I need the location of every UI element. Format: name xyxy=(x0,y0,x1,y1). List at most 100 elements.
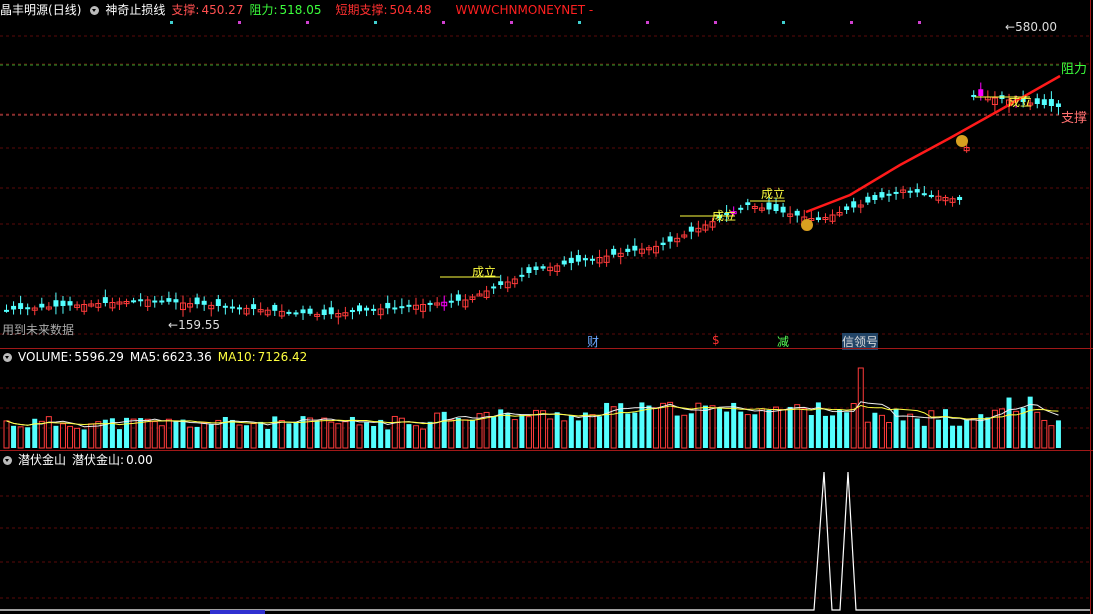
volume-bar xyxy=(950,425,956,448)
candle-body xyxy=(928,194,934,197)
volume-bar xyxy=(561,420,568,449)
high-price-value: 580.00 xyxy=(1015,20,1058,34)
future-data-note: 用到未来数据 xyxy=(2,323,75,337)
volume-bar xyxy=(731,402,737,448)
candle-body xyxy=(138,299,144,302)
volume-bar xyxy=(300,416,306,448)
volume-bar xyxy=(491,416,497,448)
candle-body xyxy=(11,305,17,310)
candle-body xyxy=(526,267,532,273)
volume-bar xyxy=(258,421,264,448)
marker-dot xyxy=(170,21,173,24)
indicator-chart[interactable] xyxy=(0,450,1093,614)
volume-bar xyxy=(265,428,271,448)
volume-bar xyxy=(604,402,610,448)
volume-bar xyxy=(32,418,38,448)
volume-bar xyxy=(434,412,441,449)
candle-body xyxy=(625,248,631,252)
candle-body xyxy=(229,306,235,309)
volume-value: 5596.29 xyxy=(74,350,124,364)
volume-bar xyxy=(208,424,214,448)
volume-bar xyxy=(985,417,991,448)
indicator-panel[interactable]: 潜伏金山 潜伏金山: 0.00 xyxy=(0,450,1093,614)
volume-bar xyxy=(540,410,547,449)
ma5-label: MA5: xyxy=(129,350,161,364)
stock-name: 晶丰明源 xyxy=(0,3,49,17)
signal-label: 成立 xyxy=(1008,95,1033,109)
volume-bar xyxy=(3,420,10,449)
candle-body xyxy=(25,307,31,310)
volume-bar xyxy=(293,421,299,448)
candle-body xyxy=(102,297,108,303)
candle-body xyxy=(914,189,920,193)
candle-body xyxy=(406,304,412,307)
candle-body xyxy=(978,89,984,96)
marker-dot xyxy=(918,21,921,24)
candle-body xyxy=(349,310,355,313)
volume-bar xyxy=(371,425,377,448)
volume-bar xyxy=(618,403,624,448)
volume-bar xyxy=(646,405,652,448)
volume-bar xyxy=(1013,410,1020,449)
dropdown-icon[interactable] xyxy=(3,353,12,362)
volume-bar xyxy=(81,429,87,448)
volume-bar xyxy=(752,414,758,448)
volume-bar xyxy=(525,416,532,449)
volume-bar xyxy=(878,414,885,449)
marker-dot xyxy=(782,21,785,24)
candle-body xyxy=(364,307,370,311)
signal-label: 成立 xyxy=(761,187,786,201)
volume-panel[interactable]: VOLUME: 5596.29 MA5: 6623.36 MA10: 7126.42 xyxy=(0,348,1093,450)
candle-body xyxy=(357,305,362,312)
volume-bar xyxy=(667,401,674,449)
candle-body xyxy=(582,258,588,261)
volume-bar xyxy=(364,422,370,448)
volume-bar xyxy=(1041,419,1048,449)
candle-body xyxy=(794,210,800,216)
scroll-indicator[interactable] xyxy=(210,610,265,614)
period: (日线) xyxy=(48,3,82,17)
volume-bar xyxy=(533,409,539,449)
volume-bar xyxy=(872,412,878,448)
candle-body xyxy=(632,245,638,251)
candle-body xyxy=(399,306,405,309)
volume-bar xyxy=(335,423,342,449)
volume-bar xyxy=(864,421,871,449)
money-bag-icon xyxy=(801,219,813,231)
volume-bar xyxy=(844,412,850,448)
volume-bar xyxy=(342,421,349,449)
candle-body xyxy=(60,300,66,306)
indicator-name: 神奇止损线 xyxy=(105,3,166,17)
dropdown-icon[interactable] xyxy=(90,6,100,15)
volume-bar xyxy=(957,425,963,448)
candlestick-chart[interactable] xyxy=(0,0,1093,348)
ma10-value: 7126.42 xyxy=(257,350,308,364)
resistance-tag: 阻力 xyxy=(1061,62,1088,77)
volume-bar xyxy=(201,422,208,449)
volume-bar xyxy=(688,413,694,448)
right-border xyxy=(1090,0,1091,614)
volume-bar xyxy=(724,411,730,448)
volume-bar xyxy=(582,412,588,448)
candle-body xyxy=(660,242,666,245)
watermark: WWWCHNMONEYNET - xyxy=(455,3,594,17)
candle-body xyxy=(519,274,525,277)
candle-body xyxy=(215,299,221,306)
volume-bar xyxy=(519,414,525,448)
candle-body xyxy=(907,190,913,193)
volume-bar xyxy=(766,409,772,448)
dropdown-icon[interactable] xyxy=(3,456,12,465)
price-panel[interactable]: 晶丰明源(日线) 神奇止损线 支撑: 450.27 阻力: 518.05 短期支撑: 504.… xyxy=(0,0,1093,350)
candle-body xyxy=(427,302,433,305)
candle-body xyxy=(131,300,137,303)
marker-dot xyxy=(578,21,581,24)
candle-body xyxy=(39,303,45,308)
resistance-label: 阻力: xyxy=(249,3,278,17)
volume-bar xyxy=(116,429,122,448)
volume-bar xyxy=(780,409,787,449)
short-support-value: 504.48 xyxy=(389,3,432,17)
volume-label: VOLUME: xyxy=(18,350,73,364)
candle-body xyxy=(766,202,772,210)
arrow-left-icon: ← xyxy=(168,318,179,332)
dollar-tag[interactable]: $ xyxy=(712,333,720,347)
